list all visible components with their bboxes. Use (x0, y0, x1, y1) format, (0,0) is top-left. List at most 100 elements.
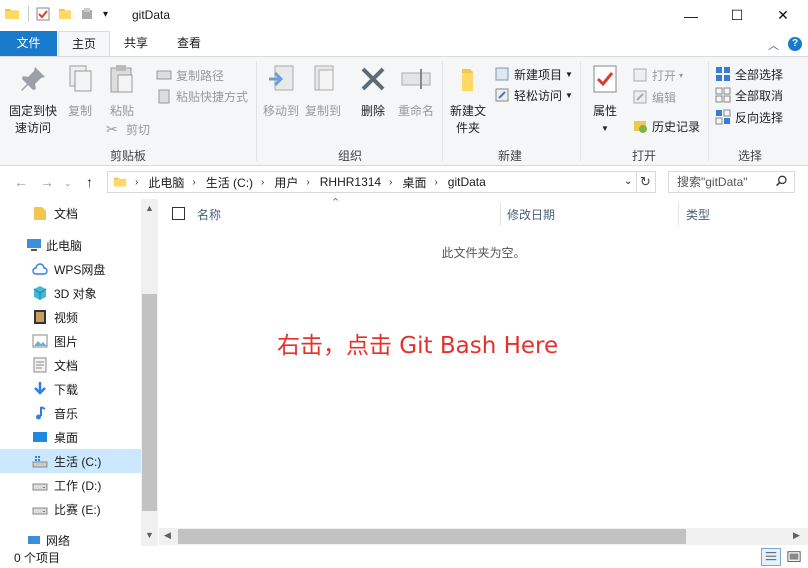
sidebar-item-wps-cloud[interactable]: WPS网盘 (0, 257, 141, 281)
sidebar-item-label: 文档 (54, 206, 79, 221)
sidebar-item-downloads[interactable]: 下载 (0, 377, 141, 401)
horizontal-scrollbar[interactable]: ◀ ▶ (159, 528, 808, 545)
tab-file[interactable]: 文件 (0, 31, 57, 56)
details-view-button[interactable] (761, 548, 781, 566)
scroll-right-icon[interactable]: ▶ (793, 530, 800, 541)
file-list-pane[interactable]: ⌃ 名称 修改日期 类型 此文件夹为空。 右击，点击 Git Bash Here (159, 197, 808, 546)
properties-icon[interactable] (35, 6, 51, 22)
refresh-icon: ↻ (640, 174, 651, 189)
delete-label: 删除 (360, 104, 385, 118)
select-all-checkbox[interactable] (172, 207, 185, 220)
sidebar-item-videos[interactable]: 视频 (0, 305, 141, 329)
column-type[interactable]: 类型 (686, 206, 710, 223)
sidebar-item-desktop[interactable]: 桌面 (0, 425, 141, 449)
search-input[interactable]: 搜索"gitData" (668, 171, 795, 193)
collapse-ribbon-icon[interactable]: ︿ (768, 37, 779, 53)
copy-button[interactable]: 复制 (64, 63, 96, 120)
invert-selection-button[interactable]: 反向选择 (715, 108, 783, 126)
sidebar-item-pictures[interactable]: 图片 (0, 329, 141, 353)
sidebar-item-music[interactable]: 音乐 (0, 401, 141, 425)
title-bar: ▾ gitData — ☐ ✕ (0, 0, 808, 31)
easy-access-icon (495, 88, 509, 102)
new-folder-button[interactable]: 新建文件夹 (448, 63, 488, 137)
tab-home[interactable]: 主页 (58, 31, 110, 57)
invert-selection-icon (715, 109, 731, 125)
delete-button[interactable]: 删除 (356, 63, 390, 120)
breadcrumb-drive-c[interactable]: 生活 (C:) (206, 174, 253, 191)
easy-access-button[interactable]: 轻松访问 ▼ (494, 86, 573, 104)
breadcrumb-this-pc[interactable]: 此电脑 (148, 174, 184, 191)
scroll-left-icon[interactable]: ◀ (164, 530, 171, 541)
sidebar-scrollbar[interactable]: ▲ ▼ (141, 199, 158, 546)
tab-share[interactable]: 共享 (112, 31, 160, 56)
close-button[interactable]: ✕ (760, 0, 806, 31)
tab-view[interactable]: 查看 (164, 31, 214, 56)
new-item-button[interactable]: 新建项目 ▼ (494, 65, 573, 83)
drive-icon (32, 483, 48, 491)
pin-quick-access-button[interactable]: 固定到快速访问 (6, 63, 60, 137)
edit-button[interactable]: 编辑 (632, 88, 676, 106)
forward-arrow-icon[interactable]: → (40, 174, 54, 190)
open-button[interactable]: 打开 ▾ (632, 66, 683, 84)
breadcrumb-desktop[interactable]: 桌面 (402, 174, 426, 191)
copy-to-button[interactable]: 复制到 (304, 63, 342, 120)
move-to-button[interactable]: 移动到 (262, 63, 300, 120)
picture-icon (32, 334, 48, 348)
breadcrumb-separator-icon: › (306, 176, 310, 188)
sort-ascending-icon: ⌃ (331, 197, 341, 209)
maximize-button[interactable]: ☐ (714, 0, 760, 31)
sidebar-item-drive-e[interactable]: 比赛 (E:) (0, 497, 141, 521)
paste-shortcut-icon (158, 89, 170, 104)
sidebar-item-documents[interactable]: 文档 (0, 353, 141, 377)
properties-button[interactable]: 属性 ▼ (588, 63, 622, 137)
sidebar-item-label: 此电脑 (46, 238, 83, 253)
scroll-down-icon[interactable]: ▼ (141, 530, 158, 540)
breadcrumb-gitdata[interactable]: gitData (448, 175, 486, 189)
address-bar[interactable]: › 此电脑 › 生活 (C:) › 用户 › RHHR1314 › 桌面 › g… (107, 171, 637, 193)
rename-icon (401, 69, 431, 89)
navigation-pane: 文档 此电脑 WPS网盘 3D 对象 视频 图片 文档 下载 音乐 桌面 生活 … (0, 199, 158, 546)
sidebar-item-drive-d[interactable]: 工作 (D:) (0, 473, 141, 497)
column-divider[interactable] (500, 202, 501, 226)
help-icon[interactable]: ? (788, 37, 802, 51)
ribbon: 固定到快速访问 复制 粘贴 复制路径 粘贴快捷方式 ✂ 剪切 剪贴板 移动到 复… (0, 56, 808, 166)
up-arrow-icon[interactable]: ↑ (86, 174, 93, 190)
group-divider (708, 61, 709, 161)
column-name[interactable]: 名称 (197, 206, 221, 223)
minimize-button[interactable]: — (668, 0, 714, 31)
sidebar-item-this-pc[interactable]: 此电脑 (0, 233, 141, 257)
sidebar-item-drive-c[interactable]: 生活 (C:) (0, 449, 141, 473)
sidebar-item-network[interactable]: 网络 (0, 528, 141, 546)
column-date-modified[interactable]: 修改日期 (507, 206, 555, 223)
open-icon (633, 68, 647, 82)
breadcrumb-users[interactable]: 用户 (274, 174, 298, 191)
qat-dropdown-icon[interactable]: ▾ (103, 9, 108, 20)
select-none-button[interactable]: 全部取消 (715, 86, 783, 104)
select-all-button[interactable]: 全部选择 (715, 65, 783, 83)
edit-icon (633, 90, 647, 104)
scrollbar-thumb[interactable] (142, 294, 157, 511)
back-arrow-icon[interactable]: ← (14, 174, 28, 190)
sidebar-item-3d-objects[interactable]: 3D 对象 (0, 281, 141, 305)
address-dropdown-icon[interactable]: ⌄ (624, 176, 632, 187)
refresh-button[interactable]: ↻ (636, 171, 656, 193)
organize-group-label: 组织 (337, 149, 362, 163)
edit-label: 编辑 (652, 90, 677, 105)
scroll-up-icon[interactable]: ▲ (141, 203, 158, 213)
column-divider[interactable] (678, 202, 679, 226)
rename-button[interactable]: 重命名 (396, 63, 436, 120)
undo-icon[interactable] (79, 6, 95, 22)
scrollbar-thumb[interactable] (178, 529, 686, 544)
cut-button[interactable]: ✂ 剪切 (106, 120, 150, 138)
paste-shortcut-button[interactable]: 粘贴快捷方式 (156, 87, 248, 105)
recent-locations-icon[interactable]: ⌄ (64, 178, 72, 189)
sidebar-item-documents-quick[interactable]: 文档 (0, 201, 141, 225)
history-button[interactable]: 历史记录 (632, 117, 700, 135)
delete-icon (361, 67, 385, 91)
large-icons-view-button[interactable] (784, 548, 804, 566)
copy-path-button[interactable]: 复制路径 (156, 66, 224, 84)
history-icon (634, 121, 647, 133)
new-folder-icon[interactable] (57, 6, 73, 22)
paste-button[interactable]: 粘贴 (106, 63, 138, 120)
breadcrumb-user[interactable]: RHHR1314 (320, 175, 381, 189)
